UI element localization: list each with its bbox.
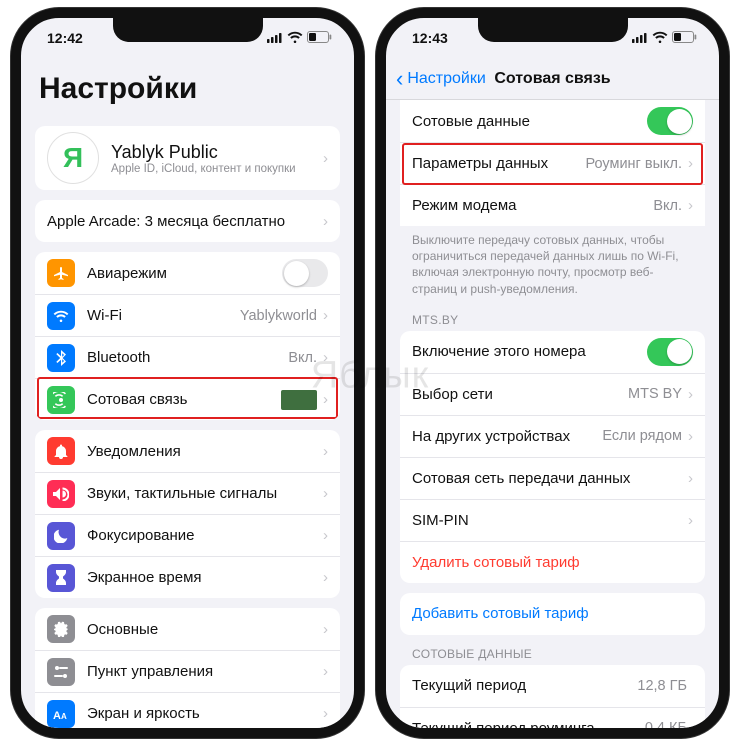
airplane-icon	[47, 259, 75, 287]
status-indicators	[267, 30, 332, 46]
other-devices-row[interactable]: На других устройствах Если рядом ›	[400, 415, 705, 457]
screen-time-row[interactable]: Экранное время ›	[35, 556, 340, 598]
usage-roaming-row[interactable]: Текущий период роуминга 0,4 КБ	[400, 707, 705, 728]
signal-icon	[632, 30, 648, 46]
notch	[478, 18, 628, 42]
text-size-icon: AA	[47, 700, 75, 728]
chevron-right-icon: ›	[688, 470, 693, 487]
focus-row[interactable]: Фокусирование ›	[35, 514, 340, 556]
display-row[interactable]: AA Экран и яркость ›	[35, 692, 340, 728]
add-plan-row[interactable]: Добавить сотовый тариф	[400, 593, 705, 635]
chevron-right-icon: ›	[323, 663, 328, 680]
wifi-icon	[652, 30, 668, 46]
enable-line-row[interactable]: Включение этого номера	[400, 331, 705, 373]
chevron-right-icon: ›	[323, 569, 328, 586]
chevron-right-icon: ›	[323, 443, 328, 460]
avatar: Я	[47, 132, 99, 184]
remove-plan-row[interactable]: Удалить сотовый тариф	[400, 541, 705, 583]
chevron-right-icon: ›	[688, 386, 693, 403]
chevron-right-icon: ›	[688, 512, 693, 529]
apple-id-row[interactable]: Я Yablyk Public Apple ID, iCloud, контен…	[35, 126, 340, 190]
sim-pin-row[interactable]: SIM-PIN ›	[400, 499, 705, 541]
chevron-right-icon: ›	[323, 150, 328, 167]
status-indicators	[632, 30, 697, 46]
airplane-toggle[interactable]	[282, 259, 328, 287]
svg-text:A: A	[53, 710, 61, 720]
profile-name: Yablyk Public	[111, 142, 323, 163]
cellular-row[interactable]: Сотовая связь ›	[35, 378, 340, 420]
chevron-right-icon: ›	[688, 197, 693, 214]
nav-bar: ‹ Настройки Сотовая связь	[386, 58, 719, 100]
cellular-network-row[interactable]: Сотовая сеть передачи данных ›	[400, 457, 705, 499]
chevron-left-icon: ‹	[396, 66, 403, 92]
chevron-right-icon: ›	[323, 485, 328, 502]
chevron-right-icon: ›	[323, 621, 328, 638]
carrier-header: MTS.BY	[386, 301, 719, 331]
signal-icon	[267, 30, 283, 46]
phone-left: 12:42 Настройки Я Yablyk Public Apple ID…	[11, 8, 364, 738]
data-options-row[interactable]: Параметры данных Роуминг выкл. ›	[400, 142, 705, 184]
phone-right: 12:43 ‹ Настройки Сотовая связь Сотовые …	[376, 8, 729, 738]
profile-sub: Apple ID, iCloud, контент и покупки	[111, 163, 323, 175]
chevron-right-icon: ›	[688, 428, 693, 445]
back-button[interactable]: ‹ Настройки	[396, 66, 486, 92]
bluetooth-icon	[47, 344, 75, 372]
hotspot-row[interactable]: Режим модема Вкл. ›	[400, 184, 705, 226]
airplane-mode-row[interactable]: Авиарежим	[35, 252, 340, 294]
chevron-right-icon: ›	[688, 155, 693, 172]
wifi-icon	[47, 302, 75, 330]
usage-period-row[interactable]: Текущий период 12,8 ГБ	[400, 665, 705, 707]
clock: 12:42	[47, 30, 83, 46]
wifi-icon	[287, 30, 303, 46]
cellular-data-toggle[interactable]	[647, 107, 693, 135]
network-row[interactable]: Выбор сети MTS BY ›	[400, 373, 705, 415]
sounds-row[interactable]: Звуки, тактильные сигналы ›	[35, 472, 340, 514]
switches-icon	[47, 658, 75, 686]
cellular-footer: Выключите передачу сотовых данных, чтобы…	[386, 226, 719, 301]
redacted-value	[281, 390, 317, 410]
enable-line-toggle[interactable]	[647, 338, 693, 366]
usage-header: СОТОВЫЕ ДАННЫЕ	[386, 635, 719, 665]
notch	[113, 18, 263, 42]
chevron-right-icon: ›	[323, 705, 328, 722]
cellular-data-row[interactable]: Сотовые данные	[400, 100, 705, 142]
wifi-row[interactable]: Wi-Fi Yablykworld ›	[35, 294, 340, 336]
chevron-right-icon: ›	[323, 527, 328, 544]
chevron-right-icon: ›	[323, 349, 328, 366]
antenna-icon	[47, 386, 75, 414]
chevron-right-icon: ›	[323, 391, 328, 408]
hourglass-icon	[47, 564, 75, 592]
general-row[interactable]: Основные ›	[35, 608, 340, 650]
notifications-row[interactable]: Уведомления ›	[35, 430, 340, 472]
moon-icon	[47, 522, 75, 550]
control-center-row[interactable]: Пункт управления ›	[35, 650, 340, 692]
speaker-icon	[47, 480, 75, 508]
bell-icon	[47, 437, 75, 465]
page-title: Настройки	[21, 58, 354, 116]
battery-icon	[672, 30, 697, 46]
gear-icon	[47, 615, 75, 643]
apple-arcade-promo[interactable]: Apple Arcade: 3 месяца бесплатно ›	[35, 200, 340, 242]
bluetooth-row[interactable]: Bluetooth Вкл. ›	[35, 336, 340, 378]
svg-text:A: A	[61, 712, 67, 720]
chevron-right-icon: ›	[323, 213, 328, 230]
battery-icon	[307, 30, 332, 46]
clock: 12:43	[412, 30, 448, 46]
chevron-right-icon: ›	[323, 307, 328, 324]
